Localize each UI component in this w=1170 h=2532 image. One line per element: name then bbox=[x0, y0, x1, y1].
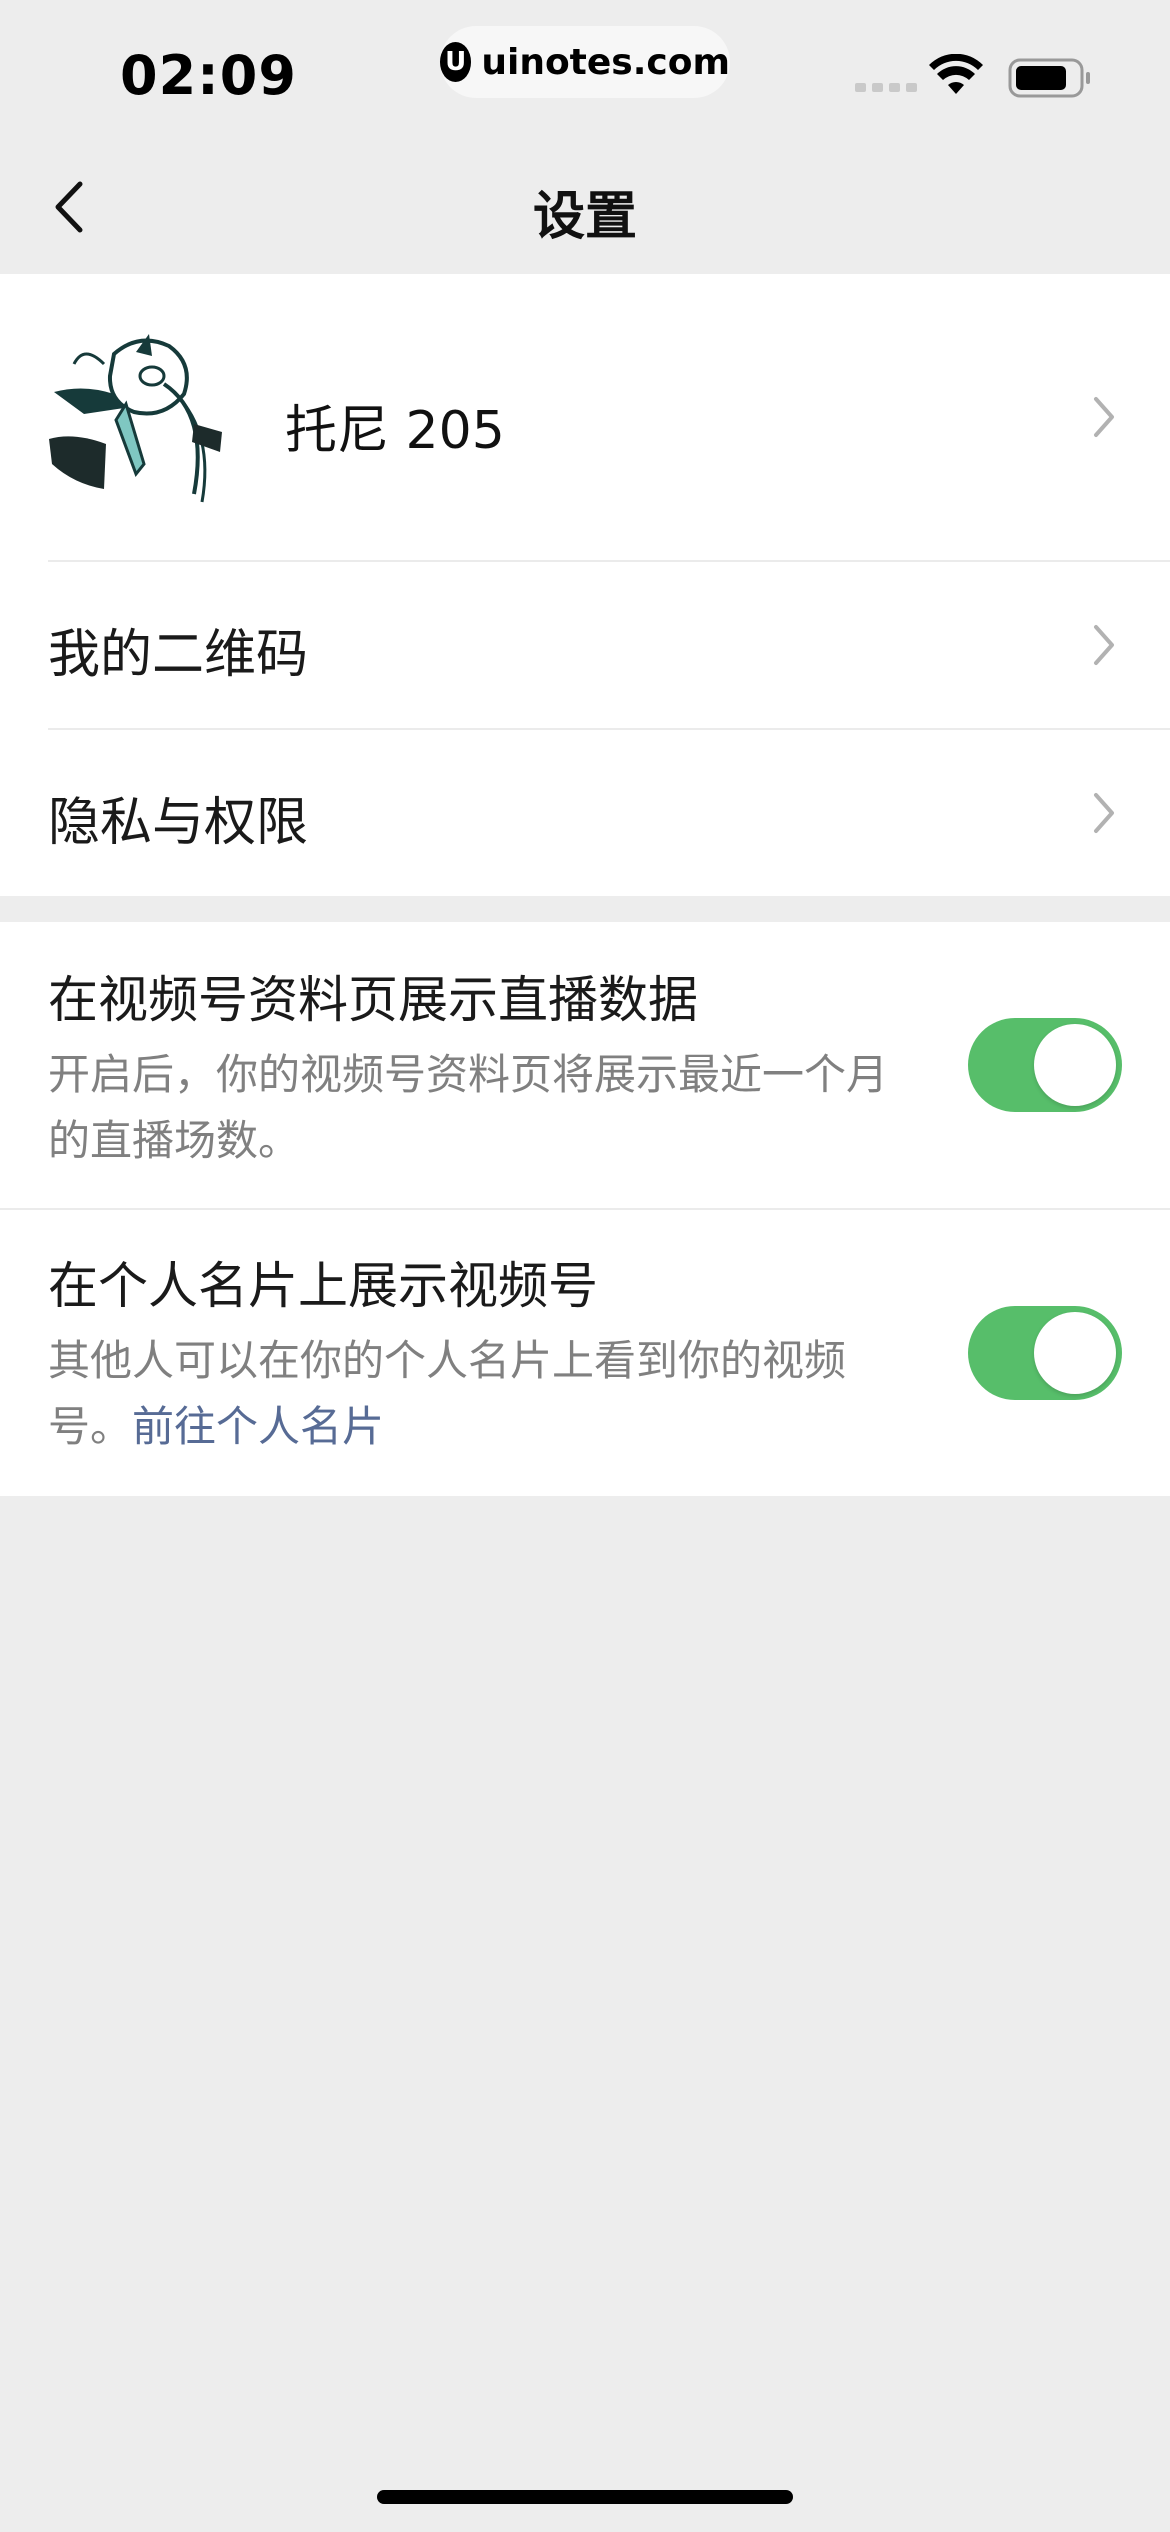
menu-item-qrcode[interactable]: 我的二维码 bbox=[0, 562, 1170, 728]
setting-show-on-card: 在个人名片上展示视频号 其他人可以在你的个人名片上看到你的视频号。前往个人名片 bbox=[0, 1210, 1170, 1496]
home-indicator[interactable] bbox=[377, 2490, 793, 2504]
menu-item-label: 隐私与权限 bbox=[48, 793, 309, 853]
setting-title: 在视频号资料页展示直播数据 bbox=[48, 971, 698, 1029]
go-to-card-link[interactable]: 前往个人名片 bbox=[132, 1402, 384, 1451]
profile-name: 托尼 205 bbox=[285, 401, 505, 461]
cellular-signal-icon bbox=[855, 83, 917, 92]
menu-item-privacy[interactable]: 隐私与权限 bbox=[0, 730, 1170, 896]
navigation-bar: 设置 bbox=[0, 130, 1170, 274]
status-time: 02:09 bbox=[120, 44, 297, 107]
chevron-right-icon bbox=[1094, 625, 1114, 665]
site-logo-icon: U bbox=[440, 42, 472, 82]
menu-item-label: 我的二维码 bbox=[48, 625, 309, 685]
chevron-right-icon bbox=[1094, 397, 1114, 437]
status-bar: 02:09 U uinotes.com bbox=[0, 0, 1170, 130]
setting-live-data: 在视频号资料页展示直播数据 开启后，你的视频号资料页将展示最近一个月的直播场数。 bbox=[0, 922, 1170, 1208]
show-on-card-toggle[interactable] bbox=[968, 1306, 1122, 1400]
account-group: 托尼 205 我的二维码 隐私与权限 bbox=[0, 274, 1170, 896]
wifi-icon bbox=[929, 54, 983, 94]
profile-row[interactable]: 托尼 205 bbox=[0, 274, 1170, 560]
chevron-right-icon bbox=[1094, 793, 1114, 833]
site-pill: U uinotes.com bbox=[440, 26, 730, 98]
live-data-toggle[interactable] bbox=[968, 1018, 1122, 1112]
page-title: 设置 bbox=[532, 187, 637, 247]
setting-description: 其他人可以在你的个人名片上看到你的视频号。前往个人名片 bbox=[48, 1328, 888, 1460]
battery-icon bbox=[1008, 58, 1090, 98]
setting-title: 在个人名片上展示视频号 bbox=[48, 1257, 598, 1315]
channels-settings-group: 在视频号资料页展示直播数据 开启后，你的视频号资料页将展示最近一个月的直播场数。… bbox=[0, 922, 1170, 1496]
site-label: uinotes.com bbox=[481, 41, 730, 83]
avatar bbox=[44, 324, 230, 510]
setting-description: 开启后，你的视频号资料页将展示最近一个月的直播场数。 bbox=[48, 1050, 889, 1165]
